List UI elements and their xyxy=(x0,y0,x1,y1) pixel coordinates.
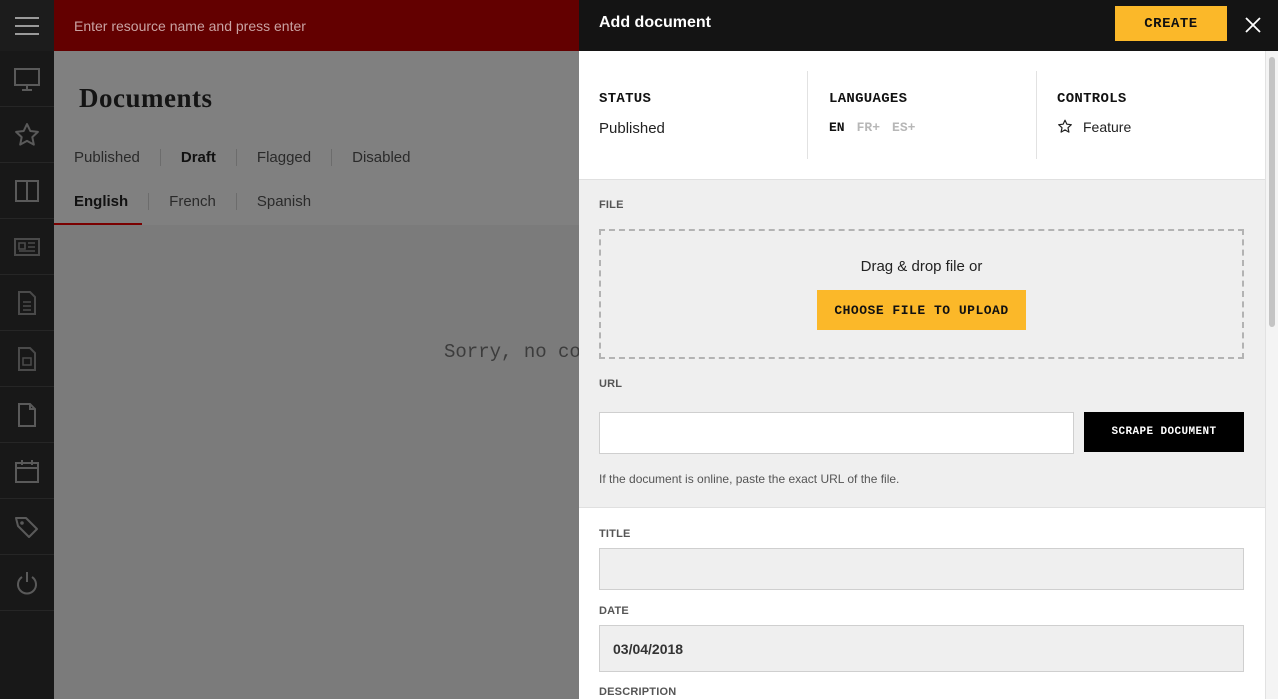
close-button[interactable] xyxy=(1241,13,1265,37)
documents-page-header: Documents Published Draft Flagged Disabl… xyxy=(54,51,579,225)
panel-header: Add document CREATE xyxy=(579,0,1278,51)
status-filter-published[interactable]: Published xyxy=(74,149,160,166)
language-en[interactable]: EN xyxy=(829,120,845,135)
controls-section: CONTROLS Feature xyxy=(1036,71,1265,159)
close-icon xyxy=(1245,17,1261,33)
file-label: FILE xyxy=(599,199,624,211)
rail-item-articles[interactable] xyxy=(0,275,54,331)
language-fr-code: FR xyxy=(856,120,873,135)
columns-icon xyxy=(15,179,39,202)
url-help-text: If the document is online, paste the exa… xyxy=(599,472,900,486)
plus-icon: + xyxy=(872,120,881,135)
monitor-icon xyxy=(14,67,40,91)
rail-item-media[interactable] xyxy=(0,331,54,387)
language-tabs: English French Spanish xyxy=(74,193,331,210)
feature-label: Feature xyxy=(1083,119,1132,135)
calendar-icon xyxy=(15,459,39,483)
scrape-document-button[interactable]: SCRAPE DOCUMENT xyxy=(1084,412,1244,452)
menu-button[interactable] xyxy=(0,0,54,51)
status-label: STATUS xyxy=(599,91,652,107)
panel-scrollbar[interactable] xyxy=(1265,51,1278,699)
rail-item-tags[interactable] xyxy=(0,499,54,555)
url-label: URL xyxy=(599,378,623,390)
dropzone-text: Drag & drop file or xyxy=(860,258,983,275)
panel-body: STATUS Published LANGUAGES EN FR+ ES+ CO… xyxy=(579,51,1265,699)
controls-label: CONTROLS xyxy=(1057,91,1127,107)
title-input[interactable] xyxy=(599,548,1244,590)
status-filter-disabled[interactable]: Disabled xyxy=(331,149,430,166)
language-tab-english[interactable]: English xyxy=(74,193,148,210)
status-filter-draft[interactable]: Draft xyxy=(159,149,236,166)
rail-item-news[interactable] xyxy=(0,219,54,275)
rail-item-featured[interactable] xyxy=(0,107,54,163)
languages-label: LANGUAGES xyxy=(829,91,908,107)
document-icon xyxy=(18,402,36,427)
rail-item-events[interactable] xyxy=(0,443,54,499)
language-tab-french[interactable]: French xyxy=(148,193,236,210)
panel-title: Add document xyxy=(599,14,711,31)
status-filter-flagged[interactable]: Flagged xyxy=(235,149,331,166)
file-dropzone[interactable]: Drag & drop file or CHOOSE FILE TO UPLOA… xyxy=(599,229,1244,359)
add-language-fr[interactable]: FR+ xyxy=(857,120,880,135)
tags-icon xyxy=(15,516,38,538)
rail-item-layouts[interactable] xyxy=(0,163,54,219)
newspaper-icon xyxy=(14,237,40,256)
scrollbar-thumb[interactable] xyxy=(1269,57,1275,327)
status-value[interactable]: Published xyxy=(599,120,807,137)
add-document-panel: Add document CREATE STATUS Published LAN… xyxy=(579,0,1278,699)
active-tab-underline xyxy=(54,223,142,225)
top-bar xyxy=(54,0,579,51)
date-input[interactable] xyxy=(599,625,1244,672)
star-outline-icon xyxy=(1058,119,1072,133)
choose-file-button[interactable]: CHOOSE FILE TO UPLOAD xyxy=(817,290,1026,330)
feature-toggle[interactable]: Feature xyxy=(1057,119,1265,135)
url-input[interactable] xyxy=(599,412,1074,454)
documents-page: Documents Published Draft Flagged Disabl… xyxy=(54,51,581,699)
empty-message: Sorry, no co xyxy=(444,341,581,363)
plus-icon: + xyxy=(907,120,916,135)
rail-item-documents[interactable] xyxy=(0,387,54,443)
languages-section: LANGUAGES EN FR+ ES+ xyxy=(807,71,1036,159)
rail-item-dashboard[interactable] xyxy=(0,51,54,107)
document-meta: STATUS Published LANGUAGES EN FR+ ES+ CO… xyxy=(579,51,1265,180)
status-filter-tabs: Published Draft Flagged Disabled xyxy=(74,149,431,166)
rail-item-logout[interactable] xyxy=(0,555,54,611)
create-button[interactable]: CREATE xyxy=(1115,6,1227,41)
menu-icon xyxy=(15,16,39,35)
add-language-es[interactable]: ES+ xyxy=(892,120,915,135)
date-label: DATE xyxy=(599,605,629,617)
details-section: TITLE DATE DESCRIPTION xyxy=(579,507,1265,699)
status-section: STATUS Published xyxy=(599,71,807,159)
side-rail xyxy=(0,0,54,699)
language-tab-spanish[interactable]: Spanish xyxy=(235,193,331,210)
language-list: EN FR+ ES+ xyxy=(829,120,1036,135)
language-es-code: ES xyxy=(892,120,908,135)
resource-search-input[interactable] xyxy=(54,0,579,51)
document-text-icon xyxy=(18,290,36,315)
description-label: DESCRIPTION xyxy=(599,686,677,698)
document-media-icon xyxy=(18,346,36,371)
page-title: Documents xyxy=(79,83,213,113)
star-icon xyxy=(15,122,39,146)
title-label: TITLE xyxy=(599,528,631,540)
power-icon xyxy=(17,571,37,594)
